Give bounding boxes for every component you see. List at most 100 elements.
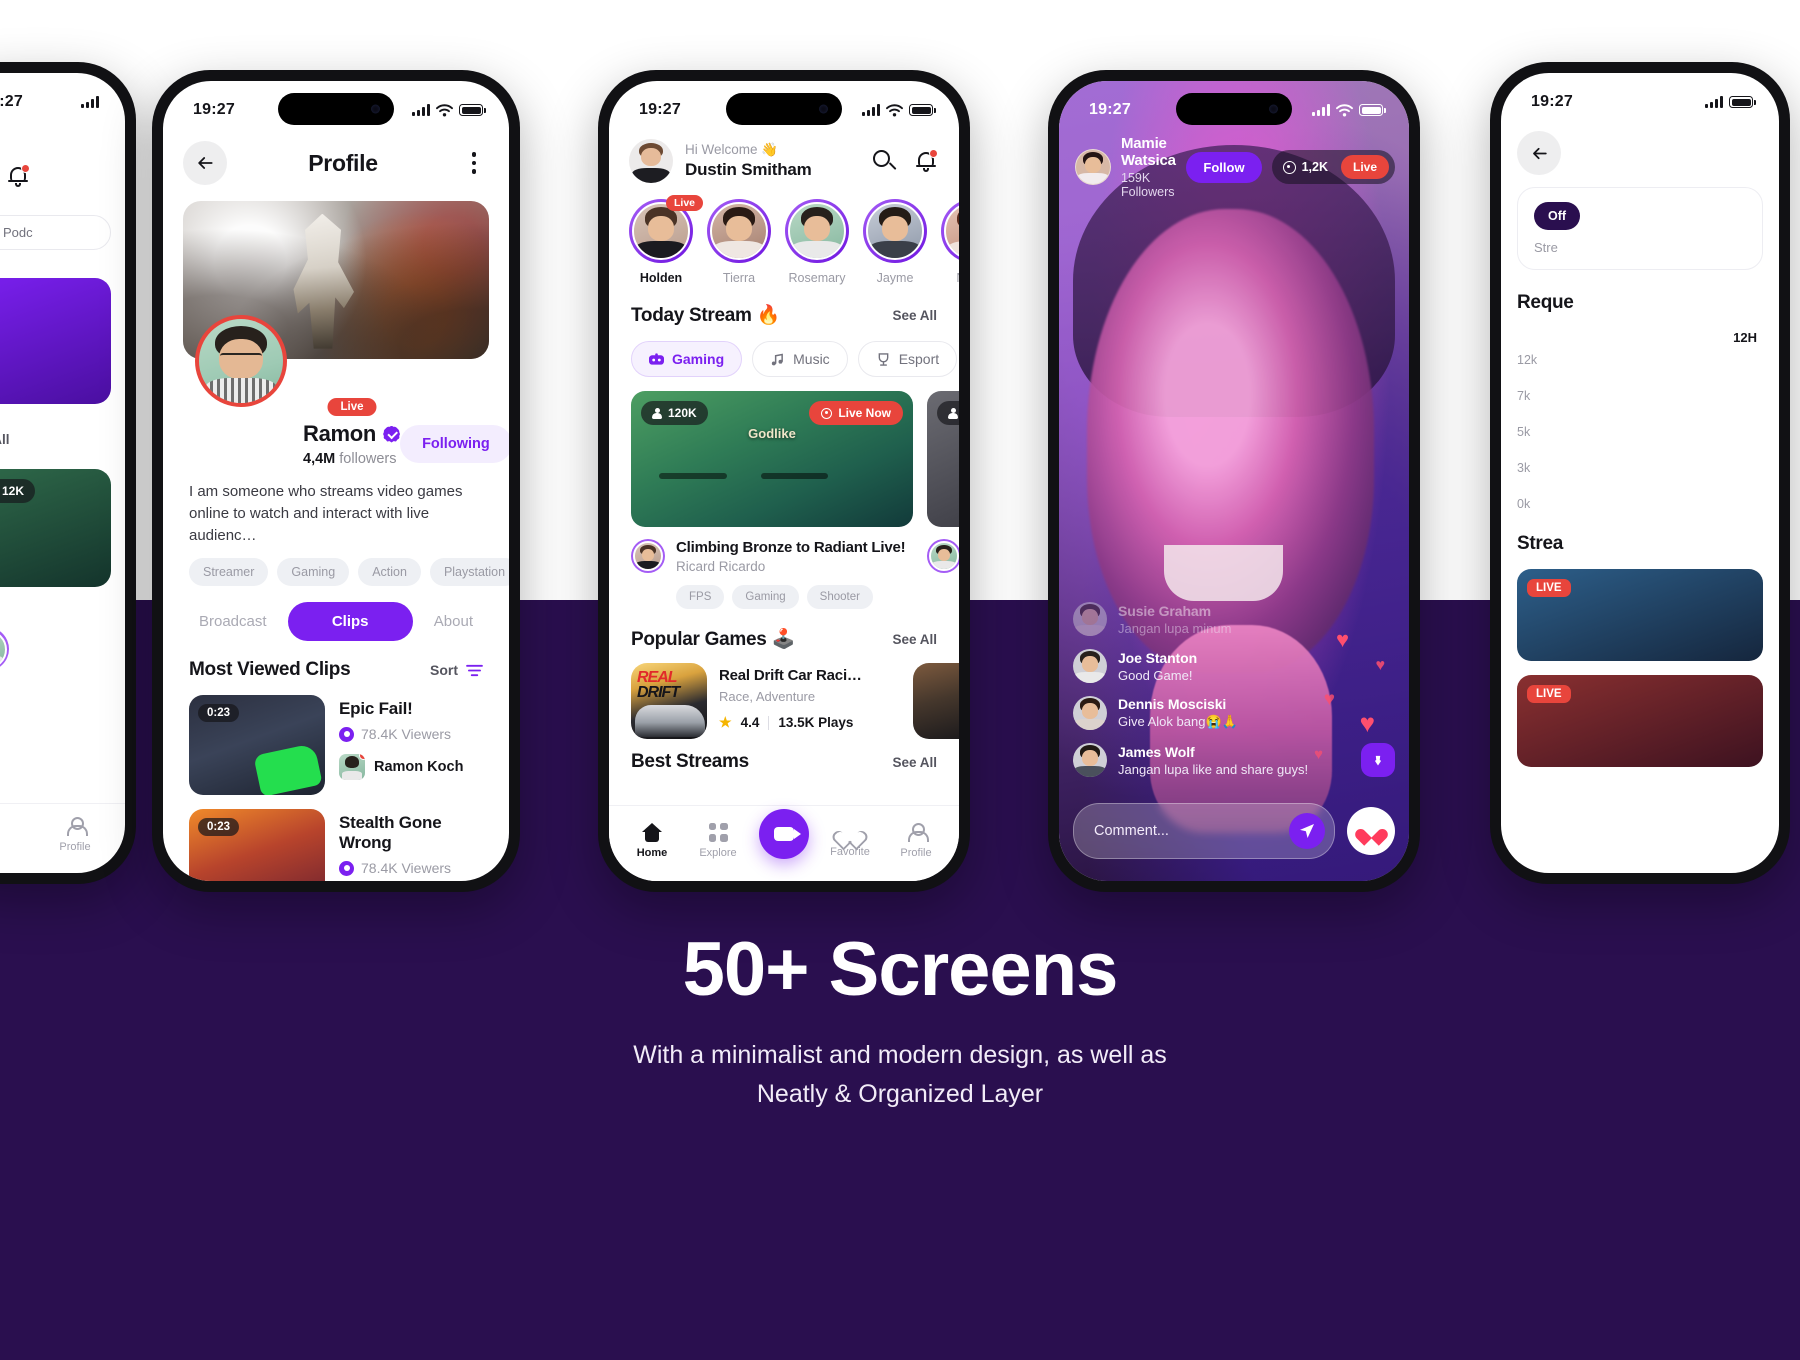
stream-card[interactable]: 90 bbox=[927, 391, 959, 609]
pin-icon[interactable] bbox=[1361, 743, 1395, 777]
game-genre: Race, Adventure bbox=[719, 689, 816, 704]
avatar bbox=[339, 754, 365, 781]
popular-games-header: Popular Games 🕹️ See All bbox=[609, 609, 959, 651]
tag-chip[interactable]: Gaming bbox=[277, 558, 350, 587]
nav-item-profile[interactable]: Profile bbox=[888, 822, 944, 859]
search-icon[interactable] bbox=[871, 148, 897, 174]
stream-thumbnail: 90 bbox=[927, 391, 959, 527]
hero-section: 50+ Screens With a minimalist and modern… bbox=[0, 930, 1800, 1113]
battery-icon bbox=[459, 104, 486, 116]
avatar[interactable] bbox=[629, 139, 673, 183]
clip-views: 78.4K Viewers bbox=[339, 860, 485, 876]
stream-thumbnail[interactable]: LIVE bbox=[1517, 569, 1763, 661]
bottom-navigation[interactable]: Home Explore Favorite Profile bbox=[609, 805, 959, 881]
status-icons bbox=[1705, 96, 1756, 108]
filter-music[interactable]: Music bbox=[752, 341, 848, 377]
kebab-menu-icon[interactable] bbox=[459, 152, 489, 174]
clip-thumbnail: 0:23 bbox=[189, 695, 325, 796]
section-title: Popular Games 🕹️ bbox=[631, 629, 795, 650]
story-item[interactable]: Tierra bbox=[707, 199, 771, 285]
list-item[interactable]: 0:23 Epic Fail! 78.4K Viewers Ramon Koch bbox=[163, 681, 509, 796]
live-badge: LIVE bbox=[1527, 685, 1571, 703]
category-filters[interactable]: Gaming Music Esport Podc bbox=[609, 327, 959, 377]
story-item[interactable]: Live Holden bbox=[629, 195, 703, 285]
video-camera-icon[interactable] bbox=[759, 808, 809, 859]
dynamic-island bbox=[278, 93, 394, 125]
user-name: Dustin Smitham bbox=[685, 160, 812, 179]
person-icon bbox=[652, 407, 662, 419]
streams-section-title: Strea bbox=[1517, 533, 1564, 554]
tag-chip[interactable]: Playstation bbox=[429, 558, 509, 587]
clips-section-header: Most Viewed Clips Sort bbox=[163, 641, 509, 681]
clip-title: Epic Fail! bbox=[339, 699, 413, 719]
followers-count: 4,4M followers bbox=[303, 451, 397, 467]
stream-thumbnail[interactable]: LIVE bbox=[1517, 675, 1763, 767]
send-icon[interactable] bbox=[1289, 813, 1325, 849]
comment-author: James Wolf bbox=[1118, 743, 1195, 760]
follow-button[interactable]: Following bbox=[400, 425, 509, 463]
phone-mockup-left-edge: 19:27 Podc See All 12K bbox=[0, 62, 136, 884]
phone-mockup-live: 19:27 Mamie Watsica 159K Followers Follo… bbox=[1048, 70, 1420, 892]
stream-carousel[interactable]: 120K Live Now Godlike Climbing Bronze to… bbox=[609, 377, 959, 609]
tag-chip[interactable]: FPS bbox=[676, 585, 725, 609]
stream-status-card[interactable]: Off Stre bbox=[1517, 187, 1763, 270]
status-bar-right-edge: 19:27 bbox=[1501, 73, 1779, 119]
tab-broadcast[interactable]: Broadcast bbox=[189, 602, 277, 641]
home-header: Hi Welcome 👋 Dustin Smitham bbox=[609, 127, 959, 183]
comment-input[interactable]: Comment... bbox=[1073, 803, 1335, 859]
edge-left-promo-card[interactable] bbox=[0, 278, 111, 404]
signal-icon bbox=[1312, 104, 1330, 116]
like-button[interactable] bbox=[1347, 807, 1395, 855]
avatar[interactable]: Live bbox=[195, 315, 509, 416]
story-item[interactable]: Jayme bbox=[863, 199, 927, 285]
edge-left-bottom-nav[interactable]: Profile bbox=[0, 803, 125, 873]
tag-chip[interactable]: Streamer bbox=[189, 558, 269, 587]
back-button[interactable] bbox=[1517, 131, 1561, 175]
bell-icon[interactable] bbox=[913, 148, 939, 174]
nav-item-favorite[interactable]: Favorite bbox=[822, 823, 878, 858]
sort-button[interactable]: Sort bbox=[430, 662, 483, 678]
clip-author[interactable]: Ramon Koch bbox=[339, 754, 463, 781]
avatar[interactable] bbox=[631, 539, 665, 573]
game-card[interactable]: REAL DRIFT Real Drift Car Raci… Race, Adv… bbox=[631, 663, 899, 739]
see-all-link[interactable]: See All bbox=[0, 432, 111, 447]
status-icons bbox=[1312, 103, 1386, 117]
story-item[interactable]: Natha bbox=[941, 199, 959, 285]
stream-title: Climbing Bronze to Radiant Live! bbox=[676, 539, 906, 556]
chip-label: Podc bbox=[3, 225, 33, 240]
bell-icon[interactable] bbox=[5, 163, 31, 189]
games-carousel[interactable]: REAL DRIFT Real Drift Car Raci… Race, Adv… bbox=[609, 651, 959, 739]
tag-chip[interactable]: Shooter bbox=[806, 585, 873, 609]
see-all-link[interactable]: See All bbox=[892, 308, 937, 323]
grid-icon bbox=[708, 822, 728, 842]
viewer-count-badge: 1,2K Live bbox=[1271, 150, 1395, 184]
follow-button[interactable]: Follow bbox=[1186, 151, 1262, 183]
user-icon bbox=[907, 822, 929, 842]
viewer-count-badge: 90 bbox=[937, 401, 959, 425]
nav-item-explore[interactable]: Explore bbox=[690, 822, 746, 859]
tab-clips[interactable]: Clips bbox=[287, 602, 413, 642]
tag-chip[interactable]: Action bbox=[358, 558, 421, 587]
edge-left-filter-chip[interactable]: Podc bbox=[0, 215, 111, 250]
list-item[interactable]: 0:23 Stealth Gone Wrong 78.4K Viewers Ra… bbox=[163, 795, 509, 881]
nav-item-home[interactable]: Home bbox=[624, 822, 680, 859]
nav-item-go-live[interactable] bbox=[756, 808, 812, 859]
sidebar-item-profile[interactable]: Profile bbox=[47, 816, 103, 853]
stream-card[interactable]: 120K Live Now Godlike Climbing Bronze to… bbox=[631, 391, 913, 609]
filter-gaming[interactable]: Gaming bbox=[631, 341, 743, 377]
see-all-link[interactable]: See All bbox=[892, 755, 937, 770]
tab-about[interactable]: About bbox=[424, 602, 483, 641]
edge-left-stream-thumb[interactable]: 12K bbox=[0, 469, 111, 587]
game-card[interactable]: M… Fps… bbox=[913, 663, 959, 739]
viewer-count-badge: 12K bbox=[0, 479, 36, 503]
avatar[interactable] bbox=[927, 539, 959, 573]
section-title: Most Viewed Clips bbox=[189, 659, 351, 681]
see-all-link[interactable]: See All bbox=[892, 632, 937, 647]
story-item[interactable]: Rosemary bbox=[785, 199, 849, 285]
back-button[interactable] bbox=[183, 141, 227, 185]
stories-carousel[interactable]: Live Holden Tierra Rosemary Jayme Natha bbox=[609, 183, 959, 285]
tag-chip[interactable]: Gaming bbox=[732, 585, 799, 609]
filter-esport[interactable]: Esport bbox=[857, 341, 958, 377]
avatar[interactable] bbox=[1075, 149, 1111, 185]
filter-icon bbox=[466, 664, 483, 676]
